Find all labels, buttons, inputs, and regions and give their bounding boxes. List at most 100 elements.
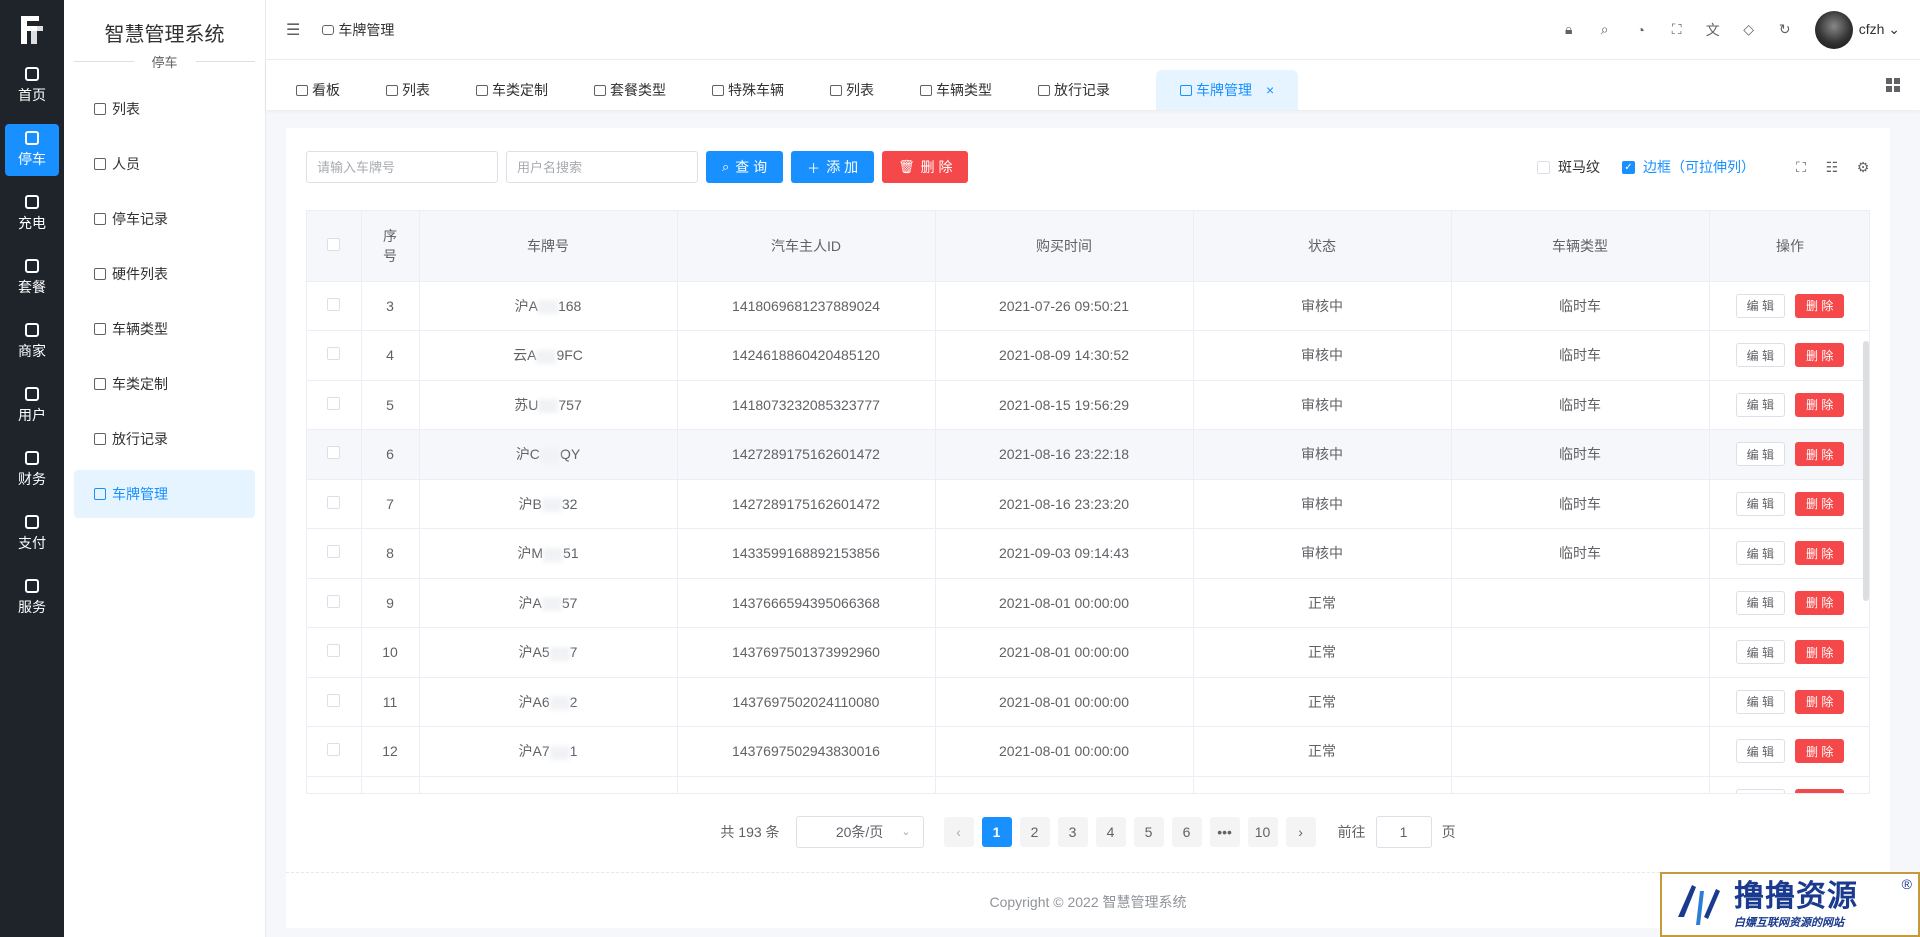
search-button[interactable]: ⌕ 查 询	[706, 151, 784, 183]
close-icon[interactable]: ×	[1266, 82, 1274, 98]
lock-icon[interactable]: 🔒︎	[1561, 21, 1577, 38]
sidebar-item-4[interactable]: 车辆类型	[74, 305, 255, 353]
delete-button[interactable]: 删 除	[1795, 739, 1845, 764]
row-checkbox[interactable]	[327, 693, 341, 707]
delete-button[interactable]: 删 除	[1795, 590, 1845, 615]
edit-button[interactable]: 编 辑	[1735, 689, 1785, 714]
col-status[interactable]: 状态	[1193, 211, 1452, 282]
page-size-select[interactable]: 20条/页 ⌄	[795, 816, 924, 848]
collapse-menu-icon[interactable]: ☰	[286, 20, 300, 40]
edit-button[interactable]: 编 辑	[1735, 590, 1785, 615]
table-row[interactable]: 4 云A 9FC 1424618860420485120 2021-08-09 14:3…	[307, 330, 1869, 381]
edit-button[interactable]: 编 辑	[1735, 343, 1785, 368]
tab-1[interactable]: 列表	[386, 70, 476, 110]
page-button[interactable]: 4	[1095, 817, 1126, 847]
fullscreen-icon[interactable]: ⛶	[1669, 21, 1685, 38]
table-row[interactable]: 10 沪A5 7 1437697501373992960 2021-08-01 00:0…	[307, 627, 1869, 678]
tab-6[interactable]: 车辆类型	[920, 70, 1038, 110]
tab-7[interactable]: 放行记录	[1038, 70, 1156, 110]
delete-button[interactable]: 删 除	[1795, 343, 1845, 368]
page-button[interactable]: 6	[1171, 817, 1202, 847]
delete-button[interactable]: 删 除	[1795, 491, 1845, 516]
edit-button[interactable]: 编 辑	[1735, 442, 1785, 467]
rail-item-0[interactable]: 首页	[5, 60, 59, 112]
sidebar-item-1[interactable]: 人员	[74, 140, 255, 188]
tab-4[interactable]: 特殊车辆	[712, 70, 830, 110]
edit-button[interactable]: 编 辑	[1735, 788, 1785, 793]
table-row[interactable]: 9 沪A 57 1437666594395066368 2021-08-01 00:00…	[307, 578, 1869, 628]
edit-button[interactable]: 编 辑	[1735, 491, 1785, 516]
user-search-input[interactable]	[506, 151, 698, 183]
batch-delete-button[interactable]: 🗑︎ 删 除	[882, 151, 969, 183]
refresh-icon[interactable]: ↻	[1777, 21, 1793, 38]
fullscreen-icon[interactable]: ⛶	[1794, 159, 1808, 175]
table-row[interactable]: 5 苏U 757 1418073232085323777 2021-08-15 19:5…	[307, 380, 1869, 430]
tab-0[interactable]: 看板	[296, 70, 386, 110]
rail-item-1[interactable]: 停车	[5, 124, 59, 176]
row-checkbox[interactable]	[327, 594, 341, 608]
delete-button[interactable]: 删 除	[1795, 541, 1845, 566]
table-row[interactable]: 6 沪C QY 1427289175162601472 2021-08-16 23:22…	[307, 429, 1869, 480]
rail-item-4[interactable]: 商家	[5, 316, 59, 368]
delete-button[interactable]: 删 除	[1795, 640, 1845, 665]
row-checkbox[interactable]	[327, 297, 341, 311]
table-scrollbar[interactable]	[1863, 341, 1869, 601]
row-checkbox[interactable]	[327, 644, 341, 658]
goto-page-input[interactable]	[1375, 816, 1432, 848]
edit-button[interactable]: 编 辑	[1735, 640, 1785, 665]
stripe-checkbox[interactable]: 斑马纹	[1537, 157, 1600, 177]
sidebar-item-2[interactable]: 停车记录	[74, 195, 255, 243]
row-checkbox[interactable]	[327, 495, 341, 509]
bell-icon[interactable]: ◔	[1633, 22, 1649, 38]
page-button[interactable]: 1	[981, 817, 1012, 847]
delete-button[interactable]: 删 除	[1795, 689, 1845, 714]
translate-icon[interactable]: 文	[1705, 22, 1721, 38]
delete-button[interactable]: 删 除	[1795, 788, 1845, 793]
table-row[interactable]: 12 沪A7 1 1437697502943830016 2021-08-01 00:0…	[307, 726, 1869, 777]
row-checkbox[interactable]	[327, 743, 341, 757]
search-icon[interactable]: ⌕	[1597, 21, 1613, 38]
plate-search-input[interactable]	[306, 151, 498, 183]
tab-2[interactable]: 车类定制	[476, 70, 594, 110]
page-button[interactable]: 10	[1247, 817, 1278, 847]
rail-item-8[interactable]: 服务	[5, 572, 59, 624]
row-checkbox[interactable]	[327, 792, 341, 793]
sidebar-item-7[interactable]: 车牌管理	[74, 470, 255, 518]
row-checkbox[interactable]	[327, 446, 341, 460]
more-pages-icon[interactable]: •••	[1209, 817, 1240, 847]
page-button[interactable]: 2	[1019, 817, 1050, 847]
rail-item-5[interactable]: 用户	[5, 380, 59, 432]
edit-button[interactable]: 编 辑	[1735, 541, 1785, 566]
row-checkbox[interactable]	[327, 545, 341, 559]
tab-5[interactable]: 列表	[830, 70, 920, 110]
add-button[interactable]: ＋添 加	[791, 151, 875, 183]
sidebar-item-3[interactable]: 硬件列表	[74, 250, 255, 298]
rail-item-3[interactable]: 套餐	[5, 252, 59, 304]
avatar[interactable]	[1814, 10, 1853, 49]
border-checkbox[interactable]: ✓ 边框（可拉伸列）	[1622, 157, 1755, 177]
settings-gear-icon[interactable]: ⚙	[1856, 159, 1870, 175]
page-button[interactable]: 5	[1133, 817, 1164, 847]
delete-button[interactable]: 删 除	[1795, 442, 1845, 467]
rail-item-7[interactable]: 支付	[5, 508, 59, 560]
edit-button[interactable]: 编 辑	[1735, 739, 1785, 764]
col-plate[interactable]: 车牌号	[419, 211, 678, 282]
tab-3[interactable]: 套餐类型	[594, 70, 712, 110]
prev-page-button[interactable]: ‹	[943, 817, 974, 847]
row-checkbox[interactable]	[327, 347, 341, 361]
table-row[interactable]: 11 沪A6 2 1437697502024110080 2021-08-01 00:0…	[307, 677, 1869, 727]
theme-icon[interactable]: ◇	[1741, 21, 1757, 38]
next-page-button[interactable]: ›	[1285, 817, 1316, 847]
table-row[interactable]: 13沪A814376975036500216322021-08-01 00:00…	[307, 776, 1869, 793]
col-type[interactable]: 车辆类型	[1451, 211, 1710, 282]
delete-button[interactable]: 删 除	[1795, 392, 1845, 417]
username[interactable]: cfzh ⌄	[1859, 21, 1900, 38]
delete-button[interactable]: 删 除	[1795, 293, 1845, 318]
table-row[interactable]: 7 沪B 32 1427289175162601472 2021-08-16 23:23…	[307, 479, 1869, 529]
rail-item-2[interactable]: 充电	[5, 188, 59, 240]
tabs-menu-icon[interactable]	[1886, 78, 1900, 92]
rail-item-6[interactable]: 财务	[5, 444, 59, 496]
table-row[interactable]: 8 沪M 51 1433599168892153856 2021-09-03 09:14…	[307, 528, 1869, 579]
col-owner[interactable]: 汽车主人ID	[677, 211, 936, 282]
sidebar-item-5[interactable]: 车类定制	[74, 360, 255, 408]
